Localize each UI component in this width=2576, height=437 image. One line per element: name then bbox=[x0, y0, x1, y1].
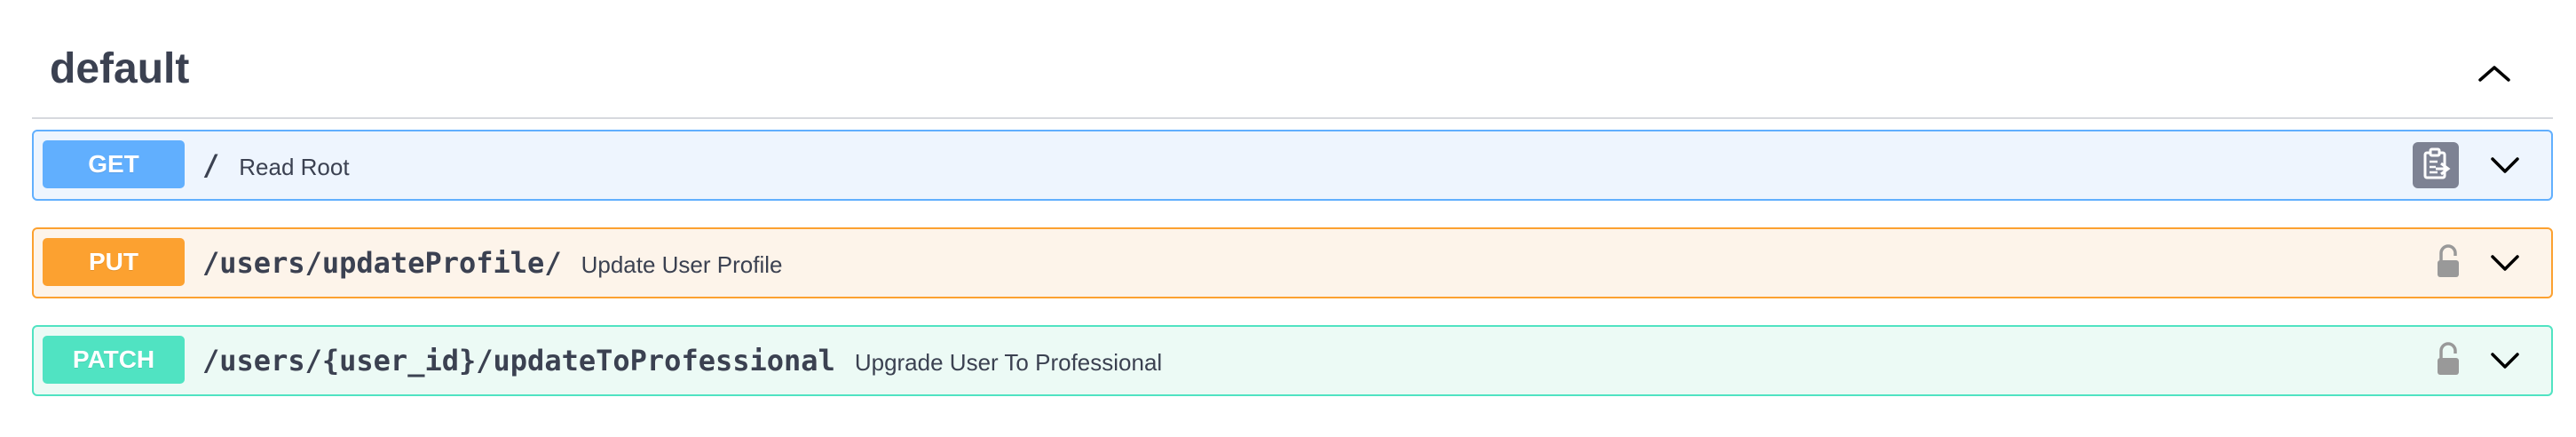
copy-to-clipboard-button[interactable] bbox=[2413, 142, 2459, 188]
operation-path-text: /users/updateProfile/ bbox=[202, 246, 562, 280]
method-badge-get: GET bbox=[43, 140, 185, 188]
operation-patch-update-to-professional[interactable]: PATCH /users/{user_id}/updateToProfessio… bbox=[32, 325, 2553, 396]
tag-title: default bbox=[50, 45, 190, 92]
method-badge-patch: PATCH bbox=[43, 336, 185, 384]
operation-get-root[interactable]: GET / Read Root bbox=[32, 130, 2553, 201]
collapse-tag-button[interactable] bbox=[2471, 55, 2517, 91]
chevron-down-icon bbox=[2491, 353, 2519, 369]
operation-path: /users/{user_id}/updateToProfessional Upg… bbox=[202, 327, 1162, 394]
method-badge-put: PUT bbox=[43, 238, 185, 286]
expand-operation-button[interactable] bbox=[2485, 245, 2525, 281]
unlocked-icon bbox=[2438, 342, 2459, 375]
expand-operation-button[interactable] bbox=[2485, 147, 2525, 183]
operation-path-text: /users/{user_id}/updateToProfessional bbox=[202, 344, 835, 377]
operation-path: /users/updateProfile/Update User Profile bbox=[202, 229, 782, 297]
operation-path: / Read Root bbox=[202, 131, 350, 199]
authorize-button[interactable] bbox=[2430, 338, 2466, 384]
operation-path-text: / bbox=[202, 148, 220, 182]
authorize-button[interactable] bbox=[2430, 240, 2466, 286]
expand-operation-button[interactable] bbox=[2485, 343, 2525, 378]
copy-to-clipboard-icon bbox=[2423, 147, 2451, 179]
unlocked-icon bbox=[2438, 244, 2459, 277]
chevron-down-icon bbox=[2491, 157, 2519, 173]
operation-summary: Upgrade User To Professional bbox=[854, 349, 1163, 376]
operation-summary: Update User Profile bbox=[581, 251, 783, 278]
operation-summary: Read Root bbox=[239, 154, 350, 180]
chevron-up-icon bbox=[2478, 66, 2510, 82]
operation-put-update-profile[interactable]: PUT /users/updateProfile/Update User Pro… bbox=[32, 227, 2553, 298]
chevron-down-icon bbox=[2491, 255, 2519, 271]
tag-header[interactable]: default bbox=[32, 36, 2553, 119]
